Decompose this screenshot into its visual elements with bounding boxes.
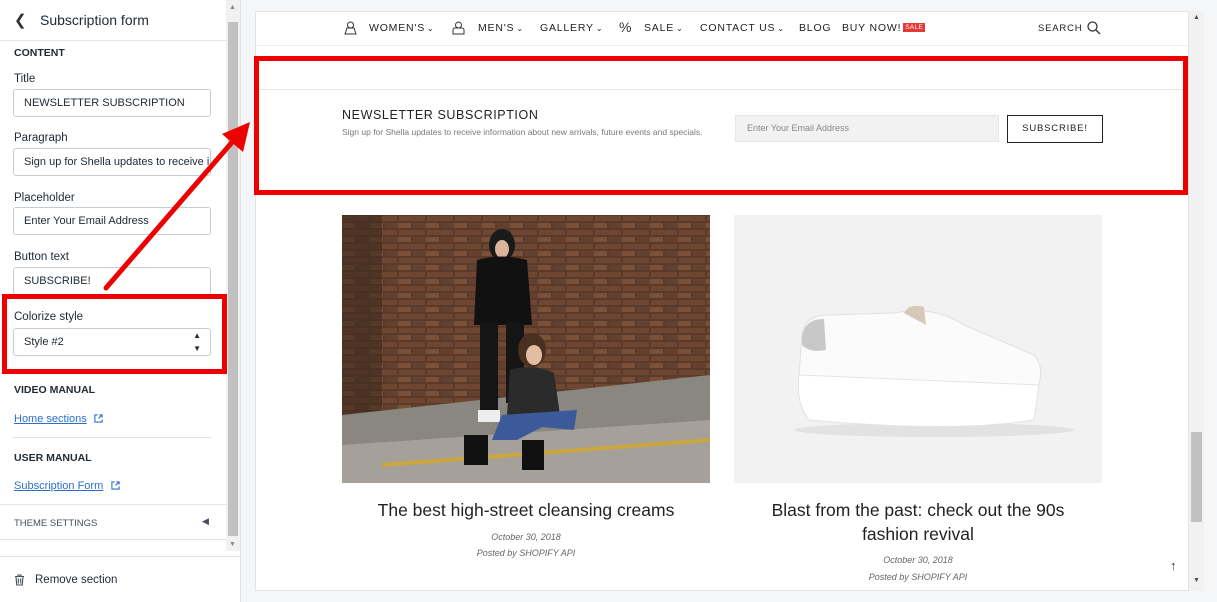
nav-buy-now-label: BUY NOW! [842,22,902,34]
subscription-form-link[interactable]: Subscription Form [14,476,120,494]
search-icon[interactable] [1087,21,1101,35]
nav-gallery-label: GALLERY [540,22,594,34]
main-navigation: WOMEN'S ⌄ MEN'S ⌄ GALLERY ⌄ % SALE ⌄ CONTACT… [256,12,1188,46]
editor-header: ❮ Subscription form [0,0,226,41]
nav-contact-label: CONTACT US [700,22,776,34]
subscription-form-link-text: Subscription Form [14,480,104,492]
post-date-2: October 30, 2018 [883,555,953,565]
external-link-icon [111,481,120,490]
paragraph-label: Paragraph [14,132,68,144]
divider [13,437,211,438]
button-text-input[interactable]: SUBSCRIBE! [13,267,211,295]
search-button[interactable]: SEARCH [1038,23,1082,34]
caret-left-icon: ◀ [202,516,209,526]
placeholder-input[interactable]: Enter Your Email Address [13,207,211,235]
post-image-sneaker[interactable] [734,215,1102,483]
search-label: SEARCH [1038,23,1083,34]
nav-sale[interactable]: SALE ⌄ [644,22,684,34]
newsletter-highlight [254,56,1188,195]
video-manual-heading: VIDEO MANUAL [14,384,96,396]
preview-scroll-down-icon[interactable]: ▼ [1193,577,1200,584]
nav-mens-label: MEN'S [478,22,515,34]
nav-womens-label: WOMEN'S [369,22,426,34]
fashion-photo [342,215,710,483]
post-author-1: Posted by SHOPIFY API [476,548,576,558]
preview-scroll-up-icon[interactable]: ▲ [1193,14,1200,21]
title-input[interactable]: NEWSLETTER SUBSCRIPTION [13,89,211,117]
paragraph-input[interactable]: Sign up for Shella updates to receive in… [13,148,211,176]
preview-scrollbar-thumb[interactable] [1191,432,1202,522]
nav-blog-label: BLOG [799,22,832,34]
nav-gallery[interactable]: GALLERY ⌄ [540,22,603,34]
editor-title: Subscription form [40,12,149,28]
editor-scrollbar-thumb[interactable] [228,22,238,536]
nav-buy-now[interactable]: BUY NOW! SALE [842,22,926,34]
button-text-label: Button text [14,251,69,263]
post-title-1[interactable]: The best high-street cleansing creams [342,498,710,522]
sneaker-photo [734,215,1102,483]
nav-womens[interactable]: WOMEN'S ⌄ [369,22,435,34]
home-sections-link[interactable]: Home sections [14,409,103,427]
sale-badge: SALE [903,23,926,32]
theme-settings-row[interactable]: THEME SETTINGS ◀ [0,504,226,540]
content-heading: CONTENT [14,47,65,59]
external-link-icon [94,414,103,423]
title-label: Title [14,73,36,85]
post-author-2: Posted by SHOPIFY API [868,572,968,582]
theme-settings-label: THEME SETTINGS [14,518,98,529]
man-icon [452,21,465,35]
remove-section-label: Remove section [35,573,118,586]
scroll-up-icon[interactable]: ▲ [229,4,236,11]
nav-mens[interactable]: MEN'S ⌄ [478,22,524,34]
post-date-1: October 30, 2018 [491,532,561,542]
colorize-style-highlight [2,294,227,374]
post-image-fashion[interactable] [342,215,710,483]
nav-blog[interactable]: BLOG [799,22,831,34]
woman-icon [344,21,357,35]
back-to-top-icon[interactable]: ↑ [1170,558,1177,573]
trash-icon [15,573,24,586]
home-sections-link-text: Home sections [14,413,87,425]
percent-icon: % [619,19,632,35]
nav-sale-label: SALE [644,22,675,34]
placeholder-label: Placeholder [14,192,75,204]
back-arrow-icon[interactable]: ❮ [14,11,40,29]
user-manual-heading: USER MANUAL [14,452,92,464]
remove-section-button[interactable]: Remove section [0,556,241,602]
post-title-2[interactable]: Blast from the past: check out the 90s f… [734,498,1102,546]
nav-contact-us[interactable]: CONTACT US ⌄ [700,22,785,34]
scroll-down-icon[interactable]: ▼ [229,541,236,548]
